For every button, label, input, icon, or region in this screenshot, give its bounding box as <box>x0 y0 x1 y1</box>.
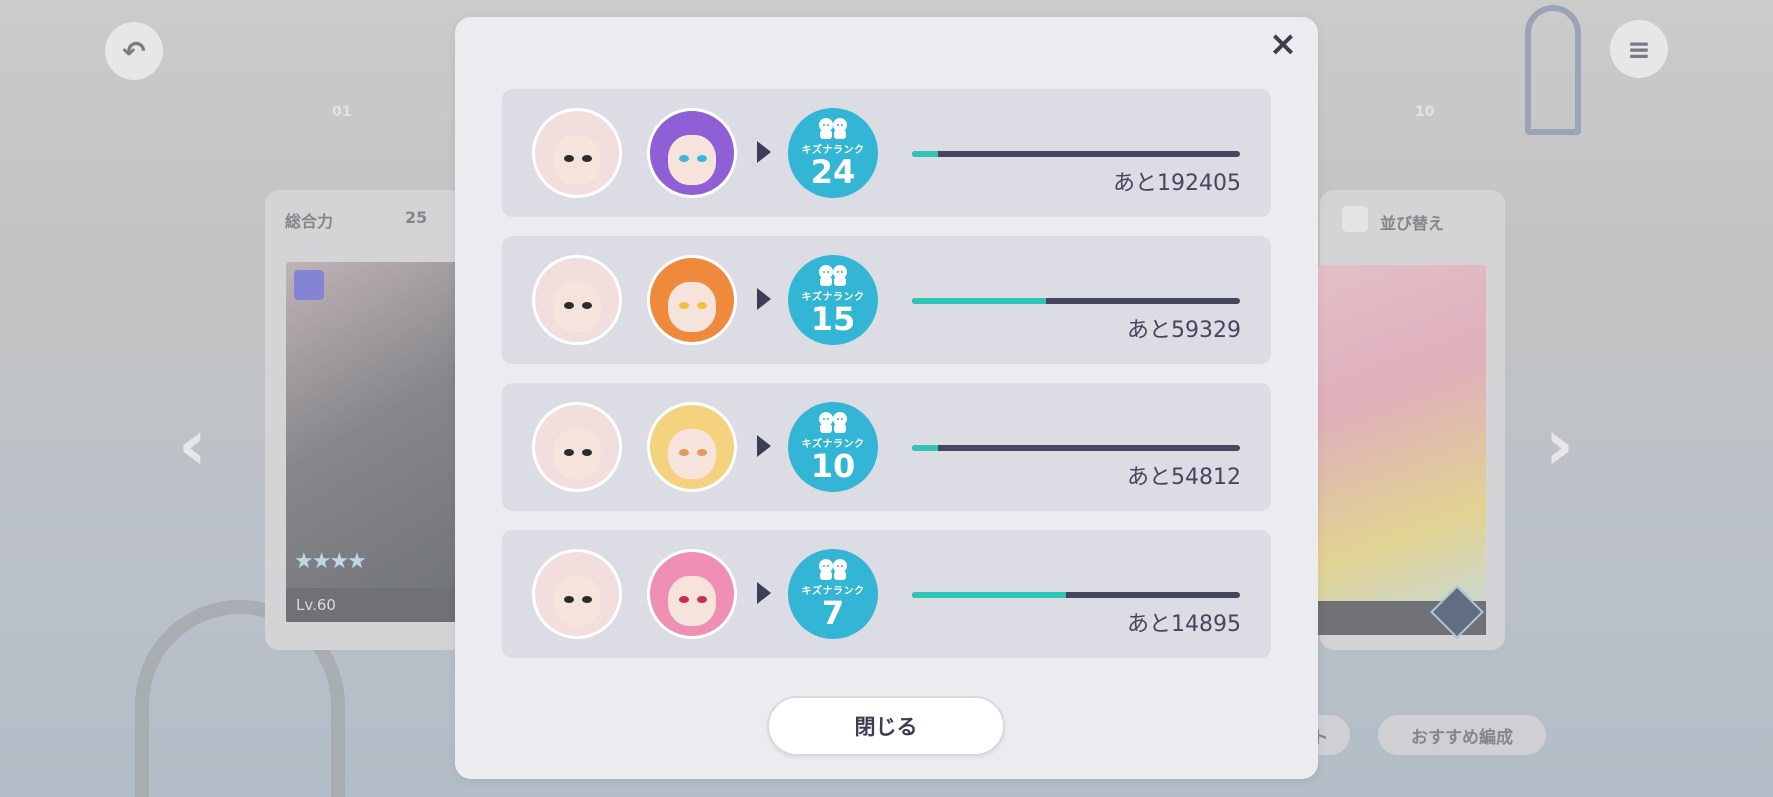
kizuna-pair-icon <box>819 118 847 139</box>
kizuna-row: キズナランク 7 あと14895 <box>502 530 1271 658</box>
points-remaining: あと59329 <box>1127 318 1241 343</box>
kizuna-pair-icon <box>819 265 847 286</box>
arrow-right-icon <box>757 435 771 457</box>
avatar-eye <box>697 448 708 456</box>
points-remaining: あと192405 <box>1113 171 1241 196</box>
avatar-face <box>553 281 601 332</box>
avatar-eye <box>563 595 574 603</box>
avatar-face <box>553 428 601 479</box>
avatar-eye <box>563 448 574 456</box>
rank-progress-fill <box>912 151 939 157</box>
avatar-eye <box>678 154 689 162</box>
kizuna-rank-dialog: × キズナランク 24 あと192405 キズナランク 15 あと59329 キズナランク 1… <box>455 17 1318 779</box>
arrow-right-icon <box>757 141 771 163</box>
avatar-eye <box>582 154 593 162</box>
kizuna-rank-value: 7 <box>821 594 845 632</box>
character-avatar-self <box>532 108 622 198</box>
avatar-face <box>553 134 601 185</box>
rank-progress-fill <box>912 445 939 451</box>
rank-progress-bar <box>912 151 1240 157</box>
avatar-face <box>668 428 716 479</box>
avatar-eye <box>697 154 708 162</box>
kizuna-pair-icon <box>819 559 847 580</box>
game-screen: 総合力 25 ★★★★ Lv.60 並び替え 01 10 ↶ ≡ ‹ › ト お… <box>0 0 1773 797</box>
points-remaining: あと54812 <box>1127 465 1241 490</box>
close-icon[interactable]: × <box>1266 27 1300 61</box>
avatar-face <box>668 134 716 185</box>
kizuna-row: キズナランク 15 あと59329 <box>502 236 1271 364</box>
kizuna-pair-icon <box>819 412 847 433</box>
character-avatar-partner <box>647 108 737 198</box>
kizuna-rank-badge: キズナランク 15 <box>788 255 878 345</box>
avatar-eye <box>678 595 689 603</box>
rank-progress-fill <box>912 592 1067 598</box>
character-avatar-partner <box>647 402 737 492</box>
character-avatar-self <box>532 549 622 639</box>
kizuna-rank-value: 15 <box>810 300 856 338</box>
kizuna-rank-badge: キズナランク 10 <box>788 402 878 492</box>
character-avatar-self <box>532 255 622 345</box>
character-avatar-partner <box>647 255 737 345</box>
kizuna-rank-badge: キズナランク 24 <box>788 108 878 198</box>
points-remaining: あと14895 <box>1127 612 1241 637</box>
avatar-eye <box>582 448 593 456</box>
avatar-eye <box>563 301 574 309</box>
kizuna-rank-badge: キズナランク 7 <box>788 549 878 639</box>
arrow-right-icon <box>757 288 771 310</box>
avatar-eye <box>582 595 593 603</box>
rank-progress-bar <box>912 592 1240 598</box>
avatar-face <box>553 575 601 626</box>
kizuna-rank-value: 24 <box>810 153 856 191</box>
avatar-eye <box>697 301 708 309</box>
kizuna-row: キズナランク 24 あと192405 <box>502 89 1271 217</box>
rank-progress-bar <box>912 298 1240 304</box>
avatar-eye <box>697 595 708 603</box>
arrow-right-icon <box>757 582 771 604</box>
avatar-face <box>668 281 716 332</box>
avatar-eye <box>563 154 574 162</box>
avatar-eye <box>678 301 689 309</box>
close-button[interactable]: 閉じる <box>767 696 1005 756</box>
avatar-face <box>668 575 716 626</box>
character-avatar-partner <box>647 549 737 639</box>
rank-progress-bar <box>912 445 1240 451</box>
avatar-eye <box>678 448 689 456</box>
avatar-eye <box>582 301 593 309</box>
rank-progress-fill <box>912 298 1047 304</box>
kizuna-rank-value: 10 <box>810 447 856 485</box>
kizuna-row: キズナランク 10 あと54812 <box>502 383 1271 511</box>
character-avatar-self <box>532 402 622 492</box>
